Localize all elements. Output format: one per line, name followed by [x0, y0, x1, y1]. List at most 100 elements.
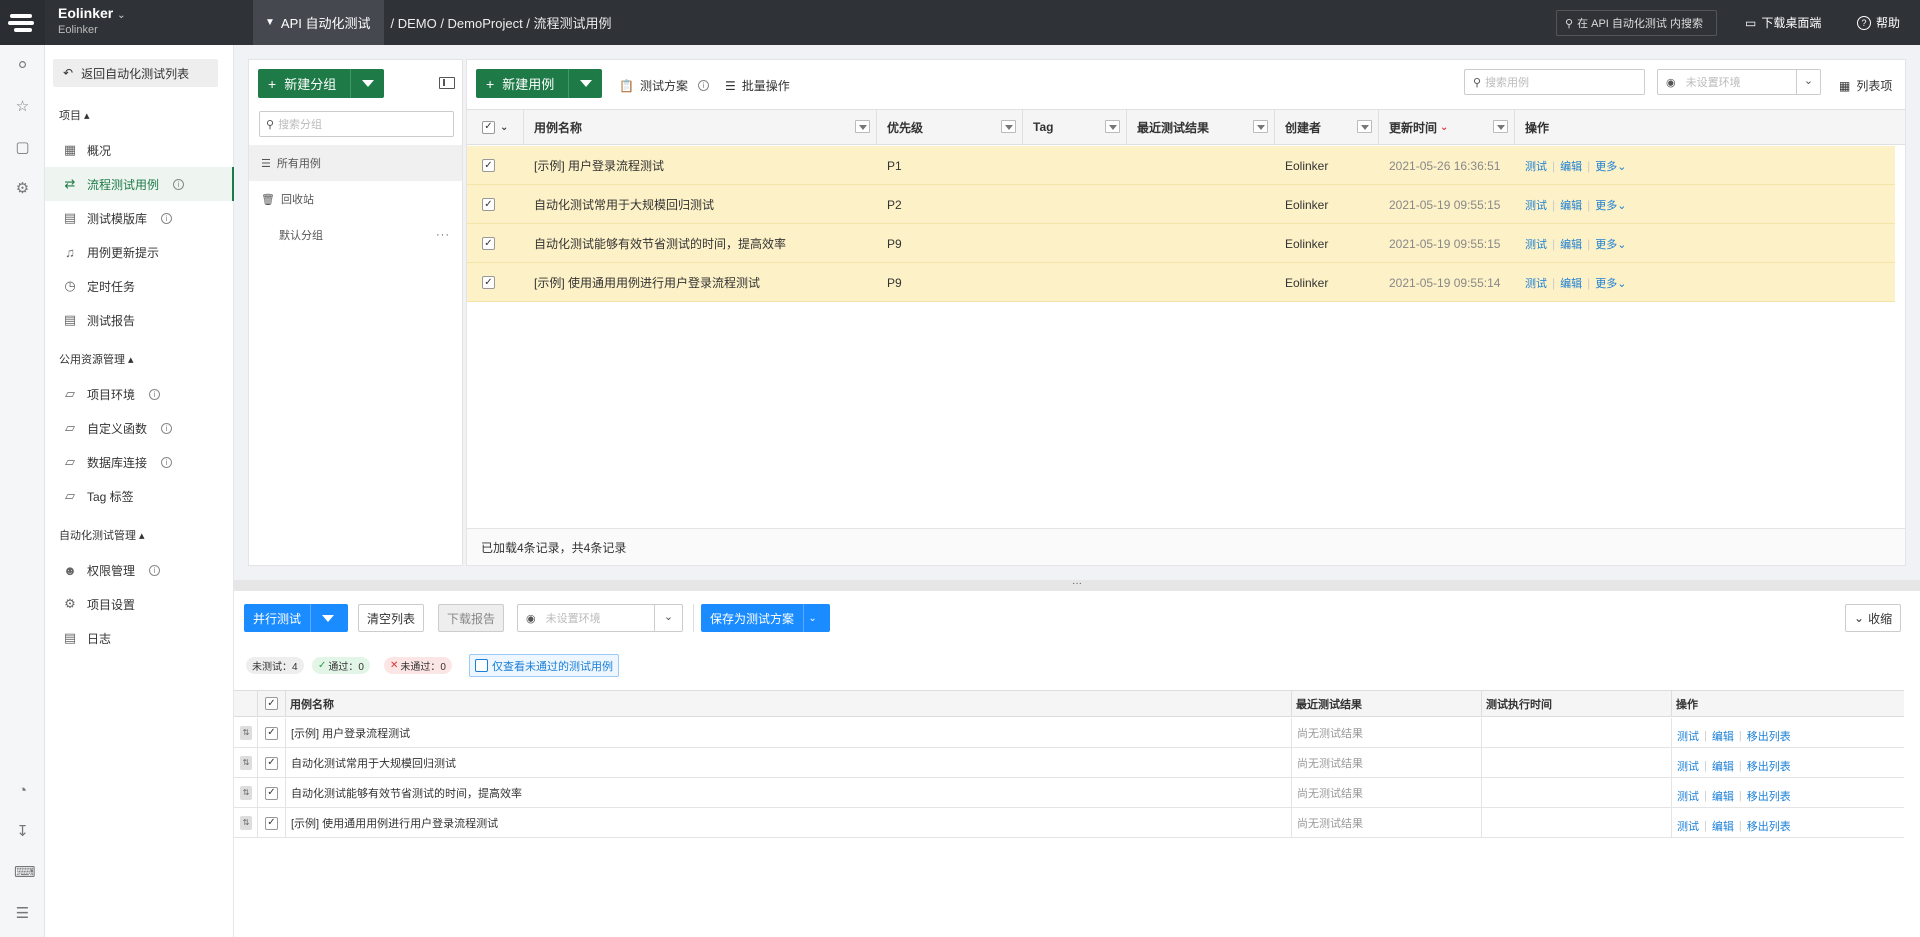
- runner-edit-link[interactable]: 编辑: [1712, 758, 1734, 774]
- only-failed-toggle[interactable]: 仅查看未通过的测试用例: [469, 654, 619, 677]
- runner-row[interactable]: ⇅ ✓ 自动化测试常用于大规模回归测试 尚无测试结果 测试 | 编辑 | 移出列表: [234, 748, 1904, 778]
- group-search-input[interactable]: ⚲ 搜索分组: [259, 111, 454, 137]
- info-icon[interactable]: i: [161, 212, 173, 224]
- panel-splitter[interactable]: ···: [234, 579, 1920, 591]
- col-priority[interactable]: 优先级: [877, 110, 1023, 144]
- section-auto[interactable]: 自动化测试管理 ▴: [59, 527, 145, 543]
- more-link[interactable]: 更多⌄: [1595, 197, 1626, 213]
- save-plan-label[interactable]: 保存为测试方案: [701, 610, 803, 627]
- sort-desc-icon[interactable]: ⌄: [1440, 122, 1448, 133]
- edit-link[interactable]: 编辑: [1560, 275, 1582, 291]
- filter-icon[interactable]: [1493, 120, 1508, 133]
- new-case-dropdown[interactable]: [568, 69, 602, 98]
- new-group-main[interactable]: + 新建分组: [258, 69, 350, 98]
- new-case-button[interactable]: + 新建用例: [476, 69, 603, 98]
- col-name[interactable]: 用例名称: [524, 110, 877, 144]
- help-link[interactable]: ? 帮助: [1857, 14, 1900, 31]
- more-link[interactable]: 更多⌄: [1595, 158, 1626, 174]
- save-plan-dropdown[interactable]: ⌄: [803, 604, 821, 632]
- sidebar-item-scheduled[interactable]: ◷ 定时任务: [45, 269, 234, 303]
- runner-test-link[interactable]: 测试: [1677, 728, 1699, 744]
- new-group-dropdown[interactable]: [350, 69, 384, 98]
- edit-link[interactable]: 编辑: [1560, 197, 1582, 213]
- back-to-list-button[interactable]: ↶ 返回自动化测试列表: [53, 59, 218, 87]
- drag-handle[interactable]: ⇅: [234, 808, 258, 838]
- runner-select-all-checkbox[interactable]: ✓: [265, 697, 278, 710]
- edit-link[interactable]: 编辑: [1560, 158, 1582, 174]
- runner-row[interactable]: ⇅ ✓ 自动化测试能够有效节省测试的时间，提高效率 尚无测试结果 测试 | 编辑 | 移出列表: [234, 778, 1904, 808]
- test-link[interactable]: 测试: [1525, 197, 1547, 213]
- table-row[interactable]: ✓ [示例] 使用通用用例进行用户登录流程测试 P9 Eolinker 2021-05-…: [467, 263, 1895, 302]
- runner-row-checkbox-cell[interactable]: ✓: [258, 748, 286, 778]
- case-name[interactable]: 自动化测试能够有效节省测试的时间，提高效率: [534, 224, 786, 263]
- tree-item-recycle[interactable]: 🗑 回收站: [249, 181, 462, 217]
- collapse-panel-icon[interactable]: [439, 77, 455, 89]
- info-icon[interactable]: i: [161, 456, 173, 468]
- table-row[interactable]: ✓ [示例] 用户登录流程测试 P1 Eolinker 2021-05-26 16:36…: [467, 146, 1895, 185]
- row-checkbox[interactable]: ✓: [482, 159, 495, 172]
- runner-row-checkbox[interactable]: ✓: [265, 816, 278, 830]
- parallel-test-label[interactable]: 并行测试: [244, 610, 310, 627]
- sidebar-item-tags[interactable]: ▱ Tag 标签: [45, 479, 234, 513]
- row-checkbox[interactable]: ✓: [482, 198, 495, 211]
- table-row[interactable]: ✓ 自动化测试能够有效节省测试的时间，提高效率 P9 Eolinker 2021-05-…: [467, 224, 1895, 263]
- new-group-button[interactable]: + 新建分组: [258, 69, 385, 98]
- sidebar-item-overview[interactable]: ▦ 概况: [45, 133, 234, 167]
- test-link[interactable]: 测试: [1525, 236, 1547, 252]
- runner-row-checkbox-cell[interactable]: ✓: [258, 778, 286, 808]
- drag-handle[interactable]: ⇅: [234, 748, 258, 778]
- edit-link[interactable]: 编辑: [1560, 236, 1582, 252]
- runner-row-checkbox[interactable]: ✓: [265, 786, 278, 800]
- breadcrumb-path[interactable]: / DEMO / DemoProject / 流程测试用例: [390, 13, 611, 32]
- drag-handle[interactable]: ⇅: [234, 718, 258, 748]
- select-all-header[interactable]: ✓ ⌄: [467, 110, 524, 144]
- star-icon[interactable]: ☆: [14, 98, 31, 115]
- sidebar-item-settings[interactable]: ⚙ 项目设置: [45, 587, 234, 621]
- briefcase-icon[interactable]: ▢: [14, 139, 31, 156]
- sidebar-item-template-lib[interactable]: ▤ 测试模版库 i: [45, 201, 234, 235]
- tree-item-all[interactable]: ☰ 所有用例: [249, 145, 462, 181]
- more-icon[interactable]: ···: [436, 229, 450, 241]
- info-icon[interactable]: i: [149, 564, 161, 576]
- runner-edit-link[interactable]: 编辑: [1712, 818, 1734, 834]
- sidebar-item-database[interactable]: ▱ 数据库连接 i: [45, 445, 234, 479]
- chevron-down-icon[interactable]: ⌄: [500, 122, 508, 133]
- runner-remove-link[interactable]: 移出列表: [1747, 728, 1791, 744]
- row-checkbox-cell[interactable]: ✓: [482, 185, 495, 224]
- parallel-test-dropdown[interactable]: [310, 604, 344, 632]
- org-switcher[interactable]: Eolinker ⌄ Eolinker: [58, 5, 126, 36]
- row-checkbox-cell[interactable]: ✓: [482, 263, 495, 302]
- runner-remove-link[interactable]: 移出列表: [1747, 758, 1791, 774]
- table-row[interactable]: ✓ 自动化测试常用于大规模回归测试 P2 Eolinker 2021-05-19 09:…: [467, 185, 1895, 224]
- row-checkbox-cell[interactable]: ✓: [482, 224, 495, 263]
- runner-remove-link[interactable]: 移出列表: [1747, 818, 1791, 834]
- new-case-main[interactable]: + 新建用例: [476, 69, 568, 98]
- module-switcher[interactable]: ▼ API 自动化测试: [253, 0, 385, 45]
- filter-icon[interactable]: [1001, 120, 1016, 133]
- section-project[interactable]: 项目 ▴: [59, 107, 90, 123]
- sidebar-item-permissions[interactable]: ☻ 权限管理 i: [45, 553, 234, 587]
- filter-icon[interactable]: [1253, 120, 1268, 133]
- runner-row[interactable]: ⇅ ✓ [示例] 用户登录流程测试 尚无测试结果 测试 | 编辑 | 移出列表: [234, 718, 1904, 748]
- runner-row-checkbox[interactable]: ✓: [265, 726, 278, 740]
- info-icon[interactable]: i: [149, 388, 161, 400]
- gear-icon[interactable]: ⚙: [14, 180, 31, 197]
- test-link[interactable]: 测试: [1525, 275, 1547, 291]
- runner-test-link[interactable]: 测试: [1677, 818, 1699, 834]
- only-failed-checkbox[interactable]: [475, 659, 488, 672]
- save-plan-button[interactable]: 保存为测试方案 ⌄: [701, 604, 830, 632]
- col-updated[interactable]: 更新时间 ⌄: [1379, 110, 1515, 144]
- runner-edit-link[interactable]: 编辑: [1712, 788, 1734, 804]
- drag-handle[interactable]: ⇅: [234, 778, 258, 808]
- col-last-result[interactable]: 最近测试结果: [1127, 110, 1275, 144]
- parallel-test-button[interactable]: 并行测试: [244, 604, 348, 632]
- global-search-input[interactable]: ⚲ 在 API 自动化测试 内搜索: [1556, 10, 1717, 36]
- notification-icon[interactable]: ⚪: [14, 57, 31, 74]
- filter-icon[interactable]: [1105, 120, 1120, 133]
- col-creator[interactable]: 创建者: [1275, 110, 1379, 144]
- download-desktop-link[interactable]: ▭ 下载桌面端: [1745, 14, 1821, 31]
- case-name[interactable]: [示例] 用户登录流程测试: [534, 146, 664, 185]
- col-tag[interactable]: Tag: [1023, 110, 1127, 144]
- clear-list-button[interactable]: 清空列表: [358, 604, 425, 632]
- env-select[interactable]: ◉ 未设置环境 ⌄: [1657, 69, 1821, 95]
